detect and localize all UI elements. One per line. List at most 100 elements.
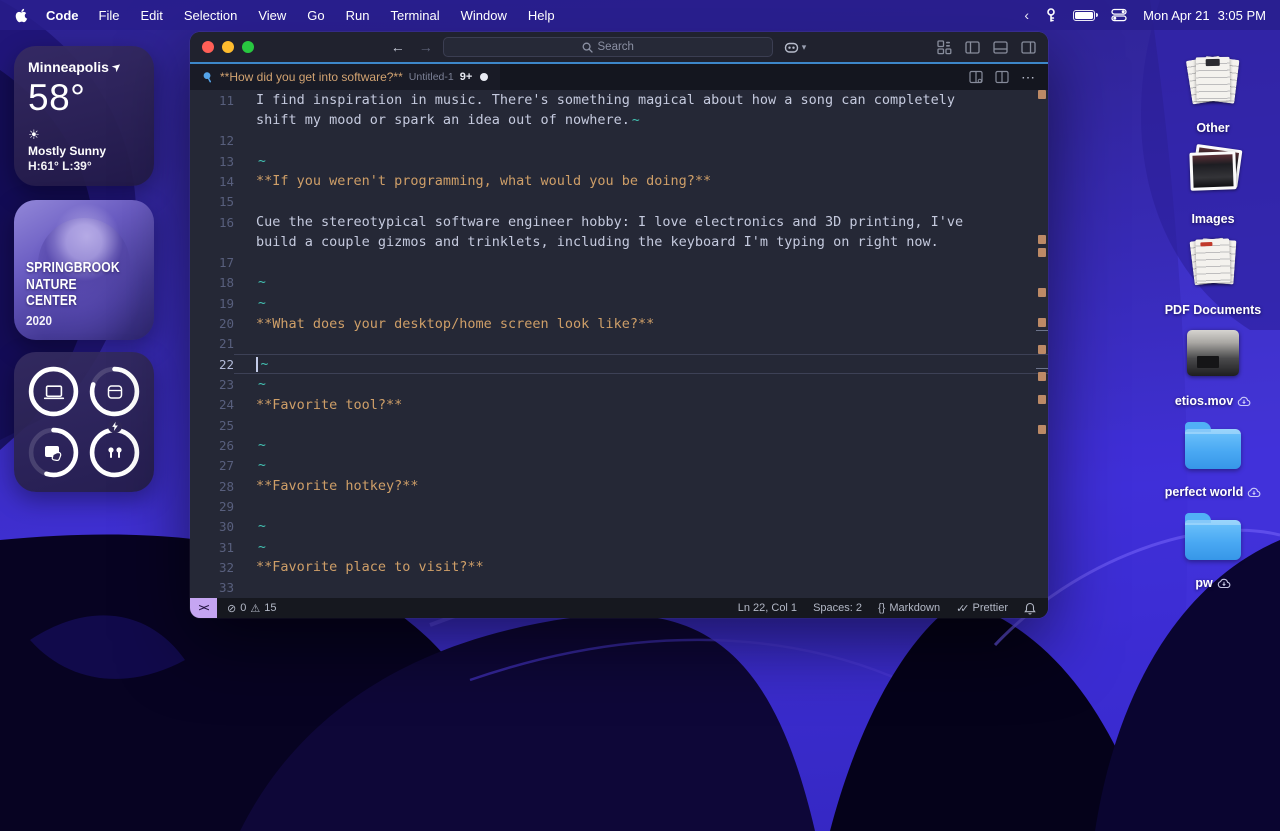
editor-line[interactable]: 20**What does your desktop/home screen l… — [190, 313, 1048, 333]
indentation[interactable]: Spaces: 2 — [813, 602, 862, 614]
icloud-download-icon — [1217, 578, 1231, 589]
editor-line[interactable]: 28**Favorite hotkey?** — [190, 476, 1048, 496]
line-text: build a couple gizmos and trinklets, inc… — [256, 234, 939, 250]
photo-stack-icon — [1184, 145, 1242, 197]
minimize-button[interactable] — [222, 41, 234, 53]
movie-thumbnail-icon — [1187, 330, 1239, 376]
close-button[interactable] — [202, 41, 214, 53]
desktop-icon-images[interactable]: Images — [1152, 135, 1274, 226]
editor-line[interactable]: 16Cue the stereotypical software enginee… — [190, 212, 1048, 232]
lint-squiggle: ~ — [258, 275, 266, 290]
copilot-menu[interactable]: ▾ — [783, 40, 807, 55]
search-placeholder: Search — [598, 41, 634, 53]
editor-layout-icon[interactable] — [995, 70, 1009, 84]
icloud-download-icon — [1237, 396, 1251, 407]
customize-layout-icon[interactable] — [937, 40, 952, 55]
overview-ruler — [1036, 90, 1048, 598]
toggle-panel-icon[interactable] — [993, 40, 1008, 55]
battery-icon[interactable] — [1073, 10, 1095, 21]
editor-line[interactable]: 21 — [190, 334, 1048, 354]
copilot-icon — [783, 40, 800, 55]
chevron-left-icon[interactable]: ‹ — [1024, 7, 1029, 23]
toggle-secondary-sidebar-icon[interactable] — [1021, 40, 1036, 55]
editor-line[interactable]: 33 — [190, 578, 1048, 598]
editor-line[interactable]: 26~ — [190, 435, 1048, 455]
menu-item-run[interactable]: Run — [346, 8, 370, 23]
menu-item-file[interactable]: File — [99, 8, 120, 23]
menu-bar-clock[interactable]: Mon Apr 21 3:05 PM — [1143, 8, 1266, 23]
batteries-widget[interactable] — [14, 352, 154, 492]
menu-app-name[interactable]: Code — [46, 8, 79, 23]
problems-status[interactable]: ⊘ 0 ⚠ 15 — [227, 602, 276, 615]
icon-label: PDF Documents — [1165, 303, 1262, 317]
line-text: shift my mood or spark an idea out of no… — [256, 112, 630, 128]
editor-tab[interactable]: **How did you get into software?** Untit… — [190, 64, 500, 90]
braces-icon: {} — [878, 602, 885, 614]
editor-line[interactable]: 14**If you weren't programming, what wou… — [190, 171, 1048, 191]
editor-line[interactable]: build a couple gizmos and trinklets, inc… — [190, 232, 1048, 252]
language-mode[interactable]: {} Markdown — [878, 602, 940, 614]
key-icon[interactable] — [1045, 8, 1057, 23]
editor-line[interactable]: 25 — [190, 415, 1048, 435]
menu-item-terminal[interactable]: Terminal — [391, 8, 440, 23]
editor-line[interactable]: 22~ — [190, 354, 1048, 374]
lint-squiggle: ~ — [258, 540, 266, 555]
editor-line[interactable]: 11I find inspiration in music. There's s… — [190, 90, 1048, 110]
forward-arrow-icon[interactable]: → — [419, 39, 433, 55]
editor-line[interactable]: 31~ — [190, 537, 1048, 557]
overview-warning-mark — [1038, 372, 1046, 381]
editor-line[interactable]: 12 — [190, 131, 1048, 151]
zoom-button[interactable] — [242, 41, 254, 53]
desktop-icon-etios-mov[interactable]: etios.mov — [1152, 317, 1274, 408]
desktop-icon-other[interactable]: Other — [1152, 44, 1274, 135]
pdf-stack-icon — [1184, 236, 1242, 288]
editor-line[interactable]: 30~ — [190, 517, 1048, 537]
editor-line[interactable]: 18~ — [190, 273, 1048, 293]
sun-icon: ☀ — [28, 128, 140, 141]
photos-widget[interactable]: SPRINGBROOK NATURE CENTER 2020 — [14, 200, 154, 340]
desktop-icon-perfect-world[interactable]: perfect world — [1152, 408, 1274, 499]
line-content: ~ — [234, 151, 1048, 171]
text-cursor — [256, 357, 258, 372]
control-center-icon[interactable] — [1111, 8, 1127, 22]
editor-line[interactable]: 24**Favorite tool?** — [190, 395, 1048, 415]
line-number: 25 — [190, 418, 234, 433]
line-number: 33 — [190, 580, 234, 595]
editor-line[interactable]: shift my mood or spark an idea out of no… — [190, 110, 1048, 130]
editor-line[interactable]: 29 — [190, 496, 1048, 516]
menu-item-edit[interactable]: Edit — [140, 8, 162, 23]
line-content: **Favorite place to visit?** — [234, 557, 1048, 577]
charging-bolt-icon — [108, 420, 122, 433]
window-titlebar[interactable]: ← → Search ▾ — [190, 32, 1048, 62]
command-center-search[interactable]: Search — [443, 37, 773, 57]
editor-line[interactable]: 13~ — [190, 151, 1048, 171]
desktop-icon-pdf-documents[interactable]: PDF Documents — [1152, 226, 1274, 317]
editor-line[interactable]: 15 — [190, 192, 1048, 212]
menu-item-view[interactable]: View — [258, 8, 286, 23]
back-arrow-icon[interactable]: ← — [391, 39, 405, 55]
menu-item-selection[interactable]: Selection — [184, 8, 237, 23]
document-stack-icon — [1184, 54, 1242, 106]
desktop-icon-pw[interactable]: pw — [1152, 499, 1274, 590]
remote-indicator[interactable]: >< — [190, 598, 217, 618]
editor-line[interactable]: 19~ — [190, 293, 1048, 313]
menu-bar: Code File Edit Selection View Go Run Terminal W… — [0, 0, 1280, 30]
split-editor-icon[interactable] — [969, 70, 983, 84]
unsaved-dot-icon[interactable] — [480, 73, 488, 81]
more-actions-icon[interactable]: ⋯ — [1021, 69, 1036, 86]
toggle-primary-sidebar-icon[interactable] — [965, 40, 980, 55]
cursor-position[interactable]: Ln 22, Col 1 — [738, 602, 797, 614]
editor-line[interactable]: 17 — [190, 253, 1048, 273]
menu-item-window[interactable]: Window — [461, 8, 507, 23]
editor[interactable]: 11I find inspiration in music. There's s… — [190, 90, 1048, 598]
editor-line[interactable]: 27~ — [190, 456, 1048, 476]
line-content: ~ — [234, 354, 1048, 374]
formatter-status[interactable]: ✓✓ Prettier — [956, 602, 1008, 615]
menu-item-help[interactable]: Help — [528, 8, 555, 23]
bell-icon[interactable] — [1024, 602, 1036, 615]
menu-item-go[interactable]: Go — [307, 8, 324, 23]
weather-widget[interactable]: Minneapolis ➤ 58° ☀ Mostly Sunny H:61° L… — [14, 46, 154, 186]
editor-line[interactable]: 32**Favorite place to visit?** — [190, 557, 1048, 577]
apple-menu-icon[interactable] — [14, 7, 28, 23]
editor-line[interactable]: 23~ — [190, 374, 1048, 394]
